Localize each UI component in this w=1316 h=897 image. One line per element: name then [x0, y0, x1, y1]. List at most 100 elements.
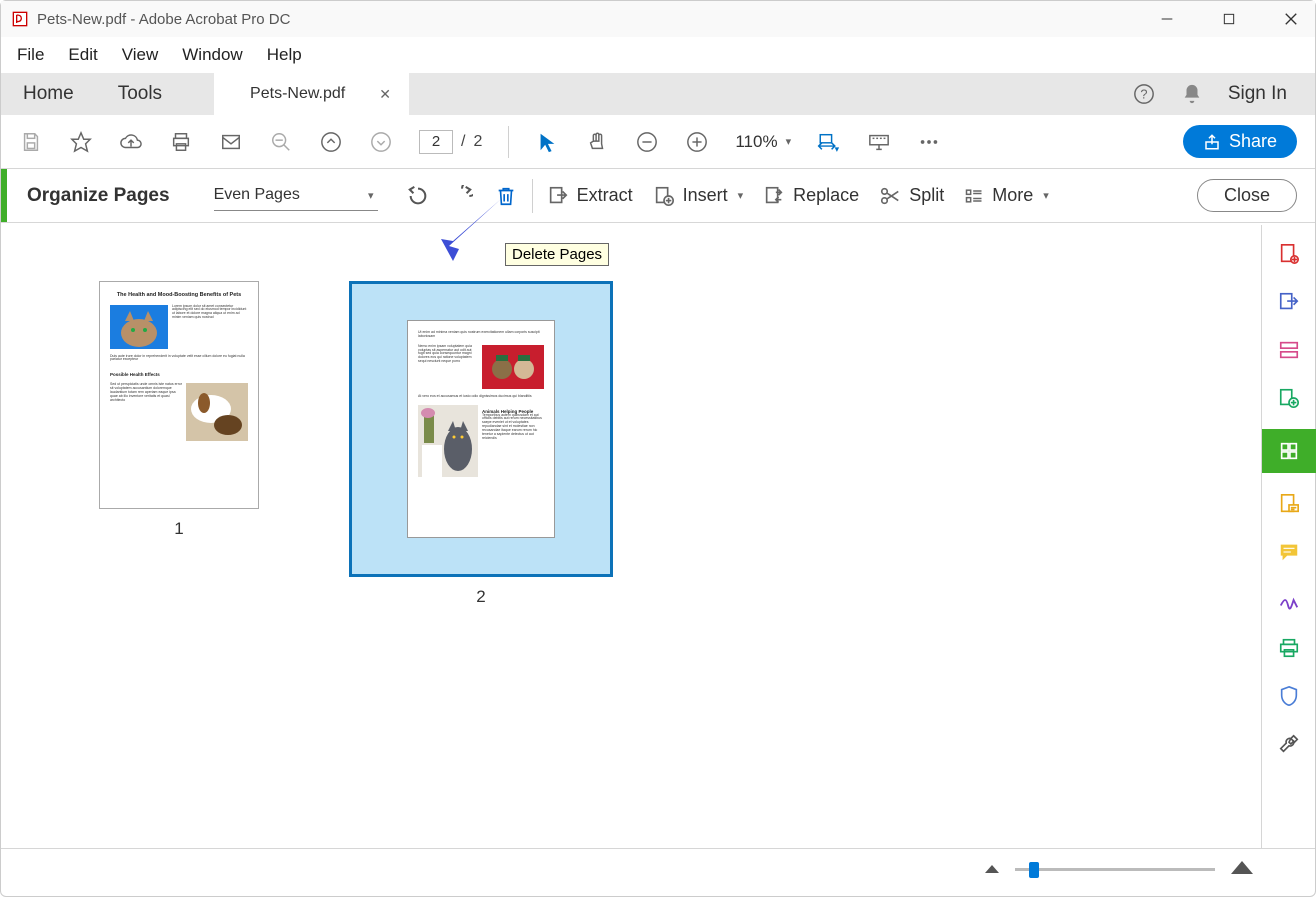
zoom-large-icon[interactable] — [1229, 859, 1255, 880]
page-total: 2 — [473, 133, 482, 151]
maximize-button[interactable] — [1215, 5, 1243, 33]
page-2-thumbnail[interactable]: Ut enim ad minima veniam quis nostrum ex… — [407, 320, 555, 538]
p1-title: The Health and Mood-Boosting Benefits of… — [110, 292, 248, 299]
toolbar-separator — [508, 126, 509, 158]
organize-pages-icon[interactable] — [1262, 429, 1316, 473]
shield-icon[interactable] — [1272, 679, 1306, 713]
more-button[interactable]: More ▾ — [964, 185, 1049, 206]
split-label: Split — [909, 185, 944, 206]
organize-toolbar: Organize Pages Even Pages ▾ Extract Inse… — [1, 169, 1315, 223]
star-icon[interactable] — [69, 130, 93, 154]
hand-icon[interactable] — [585, 130, 609, 154]
zoom-out-icon[interactable] — [635, 130, 659, 154]
fit-width-icon[interactable]: ▾ — [817, 130, 841, 154]
help-icon[interactable]: ? — [1132, 82, 1156, 106]
menu-edit[interactable]: Edit — [68, 45, 97, 65]
insert-button[interactable]: Insert ▾ — [653, 185, 744, 207]
page-1-label: 1 — [174, 519, 183, 539]
menu-help[interactable]: Help — [267, 45, 302, 65]
more-label: More — [992, 185, 1033, 206]
caret-down-icon: ▾ — [368, 189, 374, 202]
page-number-input[interactable] — [419, 130, 453, 154]
cloud-upload-icon[interactable] — [119, 130, 143, 154]
page-filter-value: Even Pages — [214, 186, 300, 204]
p1-subhead: Possible Health Effects — [110, 372, 248, 377]
comment-bubble-icon[interactable] — [1272, 535, 1306, 569]
dog-image-icon — [186, 383, 248, 441]
zoom-slider-handle[interactable] — [1029, 862, 1039, 878]
insert-label: Insert — [683, 185, 728, 206]
split-button[interactable]: Split — [879, 185, 944, 207]
svg-text:?: ? — [1140, 87, 1147, 102]
right-tool-rail — [1261, 225, 1315, 848]
arrow-cursor-icon[interactable] — [535, 130, 559, 154]
close-organize-button[interactable]: Close — [1197, 179, 1297, 212]
extract-label: Extract — [577, 185, 633, 206]
menu-bar: File Edit View Window Help — [1, 37, 1315, 73]
zoom-value: 110% — [735, 132, 777, 152]
menu-window[interactable]: Window — [182, 45, 242, 65]
keyboard-icon[interactable] — [867, 130, 891, 154]
zoom-slider[interactable] — [1015, 868, 1215, 871]
create-pdf-icon[interactable] — [1272, 237, 1306, 271]
cat-image-icon — [110, 305, 168, 349]
rotate-left-icon[interactable] — [406, 184, 430, 208]
bell-icon[interactable] — [1180, 82, 1204, 106]
share-label: Share — [1229, 131, 1277, 152]
sign-icon[interactable] — [1272, 583, 1306, 617]
menu-file[interactable]: File — [17, 45, 44, 65]
save-icon[interactable] — [19, 130, 43, 154]
replace-button[interactable]: Replace — [763, 185, 859, 207]
delete-tooltip: Delete Pages — [505, 243, 609, 266]
tabs-row: Home Tools Pets-New.pdf ✕ ? Sign In — [1, 73, 1315, 115]
more-h-icon[interactable] — [917, 130, 941, 154]
page-filter-dropdown[interactable]: Even Pages ▾ — [214, 181, 378, 211]
window-title: Pets-New.pdf - Adobe Acrobat Pro DC — [37, 11, 290, 28]
page-number-group: / 2 — [419, 130, 482, 154]
tab-tools[interactable]: Tools — [96, 73, 184, 115]
zoom-small-icon[interactable] — [983, 861, 1001, 879]
tools-wrench-icon[interactable] — [1272, 727, 1306, 761]
caret-down-icon: ▾ — [1043, 189, 1049, 202]
main-toolbar: / 2 110% ▾ ▾ Share — [1, 115, 1315, 169]
zoom-in-icon[interactable] — [685, 130, 709, 154]
zoom-out-find-icon[interactable] — [269, 130, 293, 154]
page-1-container: The Health and Mood-Boosting Benefits of… — [99, 281, 259, 539]
page-1-thumbnail[interactable]: The Health and Mood-Boosting Benefits of… — [99, 281, 259, 509]
caret-down-icon: ▾ — [786, 135, 792, 148]
share-button[interactable]: Share — [1183, 125, 1297, 158]
combine-icon[interactable] — [1272, 381, 1306, 415]
caret-down-icon: ▾ — [738, 189, 744, 202]
page-up-icon[interactable] — [319, 130, 343, 154]
page-2-container: Ut enim ad minima veniam quis nostrum ex… — [349, 281, 613, 607]
pointer-arrow-annotation — [431, 191, 511, 266]
pets-red-image-icon — [482, 345, 544, 389]
title-bar: Pets-New.pdf - Adobe Acrobat Pro DC — [1, 1, 1315, 37]
export-pdf-icon[interactable] — [1272, 285, 1306, 319]
zoom-dropdown[interactable]: 110% ▾ — [735, 132, 791, 152]
toolbar-separator — [532, 179, 533, 213]
tab-home[interactable]: Home — [1, 73, 96, 115]
menu-view[interactable]: View — [122, 45, 159, 65]
print-green-icon[interactable] — [1272, 631, 1306, 665]
print-icon[interactable] — [169, 130, 193, 154]
gray-cat-image-icon — [418, 405, 478, 477]
organize-title: Organize Pages — [27, 185, 170, 207]
page-down-icon[interactable] — [369, 130, 393, 154]
extract-button[interactable]: Extract — [547, 185, 633, 207]
close-tab-icon[interactable]: ✕ — [379, 86, 391, 103]
minimize-button[interactable] — [1153, 5, 1181, 33]
page-2-selection: Ut enim ad minima veniam quis nostrum ex… — [349, 281, 613, 577]
sign-in-button[interactable]: Sign In — [1228, 83, 1287, 105]
edit-pdf-icon[interactable] — [1272, 333, 1306, 367]
app-icon — [11, 10, 29, 28]
mail-icon[interactable] — [219, 130, 243, 154]
page-thumbnails-area: The Health and Mood-Boosting Benefits of… — [1, 225, 1261, 848]
comment-page-icon[interactable] — [1272, 487, 1306, 521]
replace-label: Replace — [793, 185, 859, 206]
close-window-button[interactable] — [1277, 5, 1305, 33]
tab-document[interactable]: Pets-New.pdf ✕ — [214, 73, 409, 115]
page-2-label: 2 — [476, 587, 485, 607]
page-sep: / — [461, 133, 465, 151]
tab-document-label: Pets-New.pdf — [250, 85, 345, 103]
